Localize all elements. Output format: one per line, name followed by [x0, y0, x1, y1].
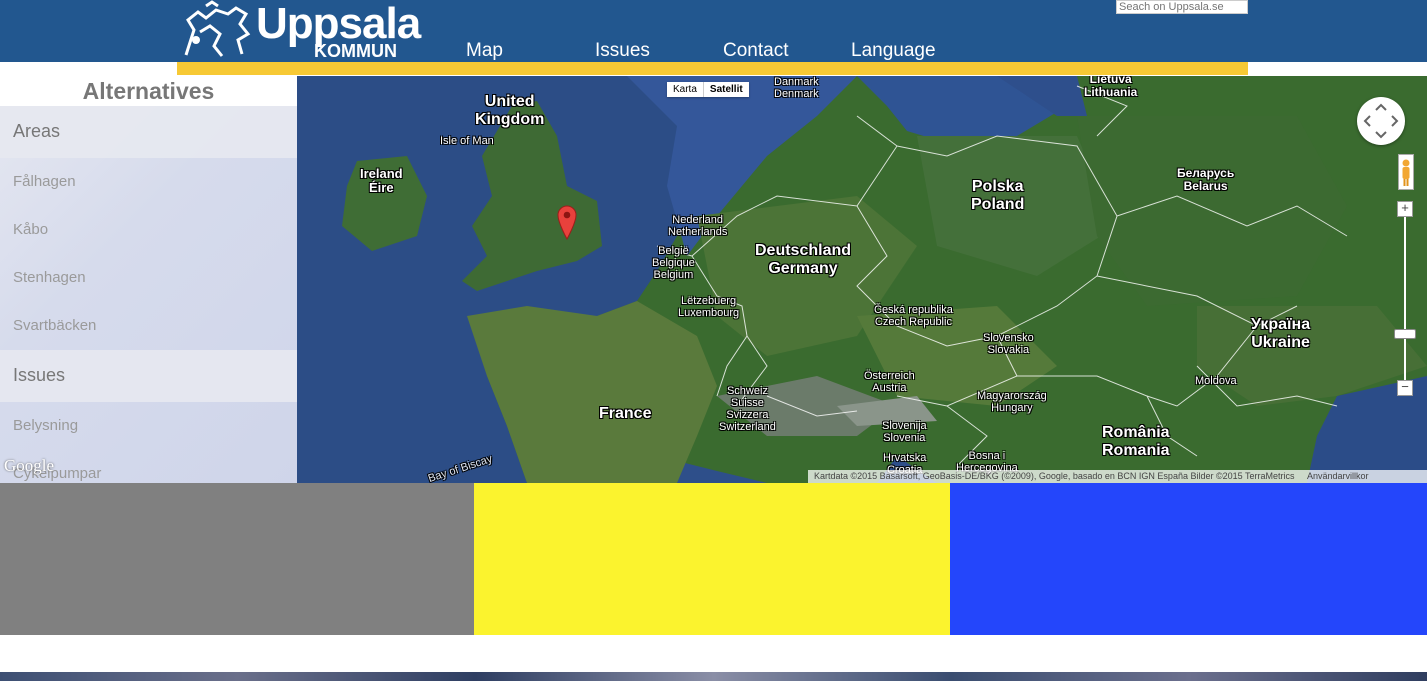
- zoom-out-button[interactable]: −: [1397, 380, 1413, 396]
- map-label-france: France: [599, 405, 652, 422]
- map-label-belarus-text: Беларусь Belarus: [1177, 166, 1235, 194]
- blue-panel: [950, 483, 1427, 635]
- map-label-denmark: Danmark Denmark: [774, 76, 819, 100]
- logo-wordmark: Uppsala: [256, 0, 421, 48]
- map-pan-control[interactable]: [1357, 97, 1405, 145]
- street-view-pegman-icon[interactable]: [1398, 154, 1414, 190]
- header-accent-bar: [177, 62, 1248, 75]
- map-label-switzerland: Schweiz Suisse Svizzera Switzerland: [719, 385, 776, 433]
- map-label-slovakia: Slovensko Slovakia: [983, 332, 1034, 356]
- map-label-moldova: Moldova: [1195, 375, 1237, 387]
- map-label-netherlands: Nederland Netherlands: [668, 214, 727, 238]
- issue-item-belysning[interactable]: Belysning: [13, 417, 78, 434]
- map-label-uk: United Kingdom: [475, 93, 544, 128]
- google-watermark: Google: [4, 456, 55, 475]
- background-image-strip: [0, 672, 1427, 681]
- map-terms-link[interactable]: Användarvillkor: [1307, 471, 1369, 481]
- map-label-hungary: Magyarország Hungary: [977, 390, 1047, 414]
- map-type-satellit-button[interactable]: Satellit: [702, 82, 749, 97]
- map-label-poland: Polska Poland: [971, 178, 1024, 213]
- map-label-slovenia: Slovenija Slovenia: [882, 420, 927, 444]
- yellow-panel: [474, 483, 950, 635]
- map-label-belgium-text: België Belgique Belgium: [652, 245, 695, 282]
- gray-panel: [0, 483, 474, 635]
- nav-map[interactable]: Map: [466, 40, 503, 62]
- nav-issues[interactable]: Issues: [595, 40, 650, 62]
- map-label-poland-text: Polska Poland: [971, 178, 1025, 213]
- map-label-lithuania: Lietuva Lithuania: [1084, 76, 1137, 99]
- map-label-belgium: België Belgique Belgium: [652, 245, 695, 281]
- zoom-in-button[interactable]: +: [1397, 201, 1413, 217]
- alternatives-sidebar: Alternatives Areas Fålhagen Kåbo Stenhag…: [0, 76, 297, 483]
- search-input[interactable]: [1116, 0, 1248, 14]
- map-label-ireland-text: Ireland Éire: [360, 166, 403, 196]
- zoom-slider-track[interactable]: [1404, 214, 1406, 384]
- map-type-toggle: Karta Satellit: [667, 82, 749, 97]
- logo-subtext: KOMMUN: [314, 41, 397, 61]
- map-label-switzerland-text: Schweiz Suisse Svizzera Switzerland: [719, 385, 776, 434]
- area-item-stenhagen[interactable]: Stenhagen: [13, 269, 86, 286]
- map-label-czech: Česká republika Czech Republic: [874, 304, 953, 328]
- section-areas-label: Areas: [13, 121, 61, 141]
- map-label-ukraine: Україна Ukraine: [1251, 316, 1310, 351]
- map-label-romania-text: România Romania: [1102, 424, 1170, 459]
- map-type-karta-button[interactable]: Karta: [667, 82, 703, 97]
- map-label-germany: Deutschland Germany: [755, 242, 851, 277]
- site-header: Uppsala KOMMUN Map Issues Contact Langua…: [0, 0, 1427, 62]
- map-label-lithuania-text: Lietuva Lithuania: [1084, 76, 1138, 100]
- map-label-slovenia-text: Slovenija Slovenia: [882, 420, 927, 445]
- pan-arrows-icon: [1363, 103, 1399, 139]
- area-item-falhagen[interactable]: Fålhagen: [13, 173, 76, 190]
- map-label-luxembourg: Lëtzebuerg Luxembourg: [678, 295, 739, 319]
- map-label-netherlands-text: Nederland Netherlands: [668, 214, 728, 239]
- map-label-luxembourg-text: Lëtzebuerg Luxembourg: [678, 295, 740, 320]
- map-label-belarus: Беларусь Belarus: [1177, 166, 1235, 194]
- map-label-czech-text: Česká republika Czech Republic: [874, 304, 953, 329]
- section-issues[interactable]: Issues: [0, 350, 297, 402]
- map-label-isle-of-man: Isle of Man: [440, 135, 494, 147]
- map-label-austria: Österreich Austria: [864, 370, 915, 394]
- lion-crest-icon: [184, 0, 251, 57]
- map-label-denmark-text: Danmark Denmark: [774, 76, 819, 101]
- nav-contact[interactable]: Contact: [723, 40, 788, 62]
- uppsala-kommun-logo[interactable]: Uppsala KOMMUN: [176, 0, 446, 62]
- area-item-svartbacken[interactable]: Svartbäcken: [13, 317, 96, 334]
- map-label-slovakia-text: Slovensko Slovakia: [983, 332, 1034, 357]
- nav-language[interactable]: Language: [851, 40, 936, 62]
- sidebar-title: Alternatives: [0, 76, 297, 106]
- map-label-austria-text: Österreich Austria: [864, 370, 915, 395]
- satellite-map[interactable]: United Kingdom Isle of Man Ireland Éire …: [297, 76, 1427, 483]
- area-item-kabo[interactable]: Kåbo: [13, 221, 48, 238]
- map-label-ukraine-text: Україна Ukraine: [1251, 316, 1311, 351]
- map-label-germany-text: Deutschland Germany: [755, 242, 852, 277]
- section-issues-label: Issues: [13, 365, 66, 385]
- map-attribution: Kartdata ©2015 Basarsoft, GeoBasis-DE/BK…: [808, 470, 1427, 483]
- map-label-hungary-text: Magyarország Hungary: [977, 390, 1047, 415]
- map-label-romania: România Romania: [1102, 424, 1170, 459]
- map-label-ireland: Ireland Éire: [360, 166, 403, 196]
- map-attribution-text: Kartdata ©2015 Basarsoft, GeoBasis-DE/BK…: [814, 471, 1295, 481]
- zoom-slider-thumb[interactable]: [1394, 329, 1416, 339]
- section-areas[interactable]: Areas: [0, 106, 297, 158]
- map-marker-icon[interactable]: [556, 204, 578, 245]
- map-label-uk-text: United Kingdom: [475, 93, 545, 128]
